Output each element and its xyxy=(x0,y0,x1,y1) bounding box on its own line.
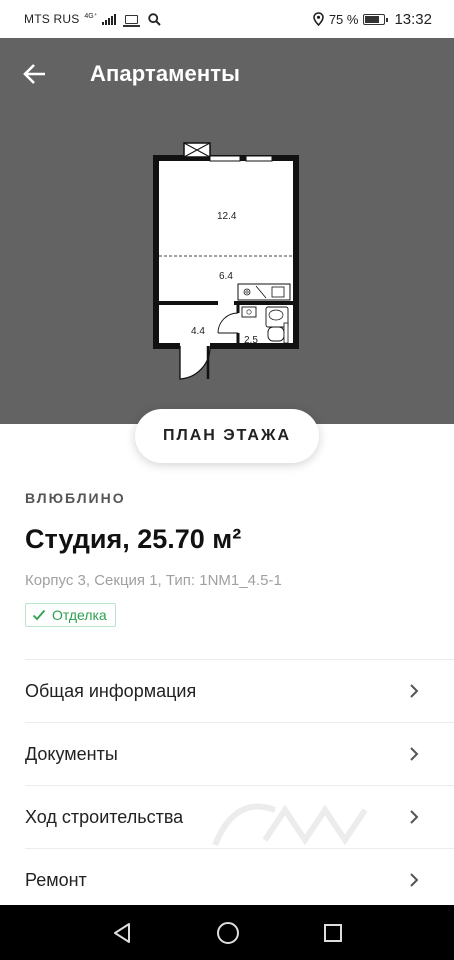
check-icon xyxy=(32,609,46,621)
menu-item-construction-progress[interactable]: Ход строительства xyxy=(25,785,454,848)
room-area-hall: 4.4 xyxy=(191,326,205,337)
menu-item-label: Документы xyxy=(25,743,118,764)
finishing-badge: Отделка xyxy=(25,603,116,627)
details-menu: Общая информация Документы Ход строитель… xyxy=(25,659,454,911)
signal-icon xyxy=(102,13,117,25)
system-navigation-bar xyxy=(0,905,454,960)
floor-plan-image[interactable]: 12.4 6.4 4.4 2.5 xyxy=(150,141,302,397)
room-area-kitchen: 6.4 xyxy=(219,271,233,282)
carrier-name: MTS RUS xyxy=(24,12,80,26)
floor-plan-hero: Апартаменты 12.4 6.4 4.4 2.5 xyxy=(0,38,454,424)
back-triangle-icon[interactable] xyxy=(111,922,133,944)
listing-info: ВЛЮБЛИНО Студия, 25.70 м² Корпус 3, Секц… xyxy=(25,490,435,627)
menu-item-label: Ход строительства xyxy=(25,806,184,827)
chevron-right-icon xyxy=(409,683,419,699)
room-area-main: 12.4 xyxy=(217,211,237,222)
location-icon xyxy=(313,12,324,26)
network-type: 4G⁺ xyxy=(84,12,98,20)
recents-square-icon[interactable] xyxy=(323,923,343,943)
chevron-right-icon xyxy=(409,746,419,762)
district-name: ВЛЮБЛИНО xyxy=(25,490,126,506)
laptop-icon xyxy=(123,14,141,27)
floor-plan-button[interactable]: ПЛАН ЭТАЖА xyxy=(135,409,319,463)
battery-percent: 75 % xyxy=(328,11,359,27)
apartment-subtitle: Корпус 3, Секция 1, Тип: 1NM1_4.5-1 xyxy=(25,572,282,589)
badge-label: Отделка xyxy=(52,607,107,623)
menu-item-general-info[interactable]: Общая информация xyxy=(25,659,454,722)
apartment-title: Студия, 25.70 м² xyxy=(25,524,242,554)
room-area-bathroom: 2.5 xyxy=(244,335,258,346)
floor-plan-drawing xyxy=(153,142,299,380)
home-circle-icon[interactable] xyxy=(216,921,240,945)
chevron-right-icon xyxy=(409,809,419,825)
clock: 13:32 xyxy=(394,10,432,28)
search-icon xyxy=(148,12,162,26)
status-right: 75 % 13:32 xyxy=(313,11,432,28)
menu-item-renovation[interactable]: Ремонт xyxy=(25,848,454,911)
page-title: Апартаменты xyxy=(90,61,241,86)
back-button[interactable] xyxy=(0,38,71,110)
status-bar: MTS RUS 4G⁺ 75 % 13:32 xyxy=(0,0,454,38)
menu-item-label: Общая информация xyxy=(25,680,197,701)
menu-item-documents[interactable]: Документы xyxy=(25,722,454,785)
app-header: Апартаменты xyxy=(0,38,454,110)
menu-item-label: Ремонт xyxy=(25,869,87,890)
battery-icon xyxy=(363,13,389,25)
status-left: MTS RUS 4G⁺ xyxy=(24,12,162,27)
chevron-right-icon xyxy=(409,872,419,888)
arrow-left-icon xyxy=(23,64,45,84)
